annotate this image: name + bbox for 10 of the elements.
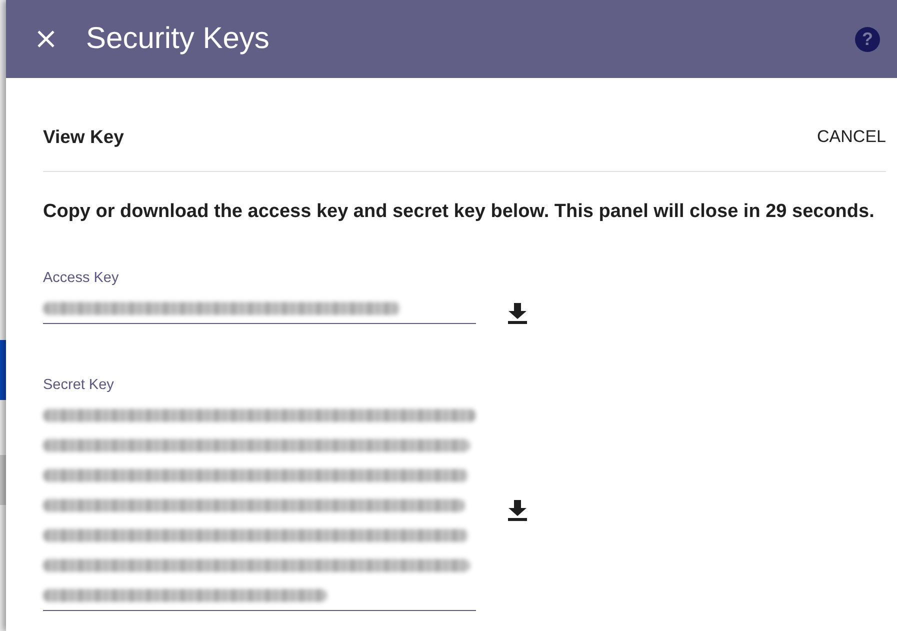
download-icon[interactable] [508,303,527,324]
download-icon[interactable] [508,500,527,521]
help-button[interactable]: ? [855,26,880,52]
notice-text: Copy or download the access key and secret key below. This panel will close in 29 seconds. [43,200,874,224]
field-label: Access Key [43,269,119,287]
panel-title: Security Keys [86,21,270,57]
close-icon[interactable] [37,30,55,48]
field-label: Secret Key [43,376,114,394]
section-heading: View Key [43,126,124,148]
cancel-button[interactable]: CANCEL [817,126,886,148]
